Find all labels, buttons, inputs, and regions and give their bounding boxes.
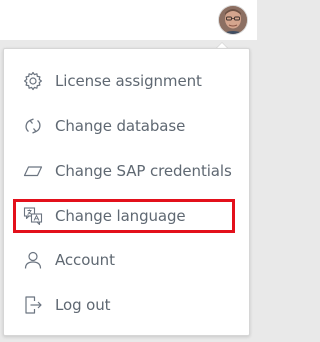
- avatar-image: [219, 6, 247, 34]
- menu-item-label: Account: [55, 251, 115, 269]
- menu-item-label: Change database: [55, 117, 186, 135]
- translate-icon: [21, 204, 45, 228]
- menu-item-change-sap-credentials[interactable]: Change SAP credentials: [13, 154, 235, 188]
- user-icon: [21, 248, 45, 272]
- sync-icon: [21, 114, 45, 138]
- menu-item-log-out[interactable]: Log out: [13, 288, 235, 322]
- menu-item-label: License assignment: [55, 72, 202, 90]
- menu-item-change-database[interactable]: Change database: [13, 109, 235, 143]
- logout-icon: [21, 293, 45, 317]
- parallelogram-icon: [21, 159, 45, 183]
- menu-item-change-language[interactable]: Change language: [13, 199, 235, 233]
- gear-icon: [21, 69, 45, 93]
- menu-item-account[interactable]: Account: [13, 243, 235, 277]
- menu-item-label: Log out: [55, 296, 111, 314]
- menu-item-license-assignment[interactable]: License assignment: [13, 64, 235, 98]
- top-bar: [0, 0, 257, 40]
- avatar[interactable]: [219, 6, 247, 34]
- menu-item-label: Change language: [55, 207, 186, 225]
- menu-item-label: Change SAP credentials: [55, 162, 232, 180]
